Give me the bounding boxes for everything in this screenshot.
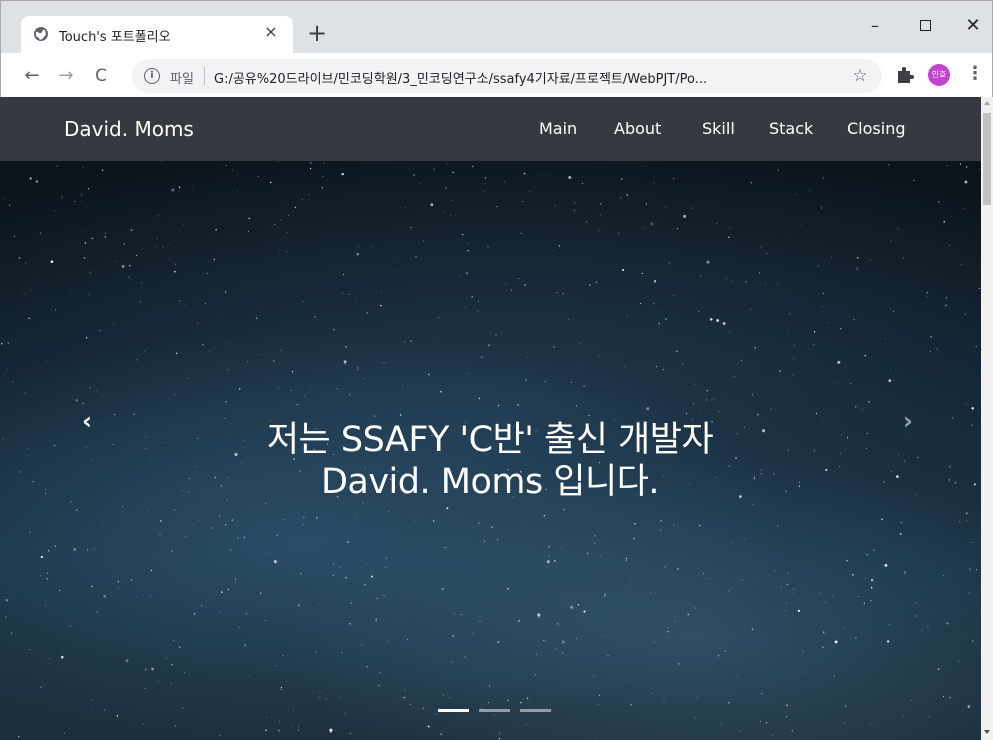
scroll-up-icon[interactable] xyxy=(984,101,990,105)
address-bar[interactable]: i 파일 G:/공유%20드라이브/민코딩학원/3_민코딩연구소/ssafy4기… xyxy=(132,59,882,93)
extensions-puzzle-icon[interactable] xyxy=(895,63,915,85)
hero-line-1: 저는 SSAFY 'C반' 출신 개발자 xyxy=(266,420,714,460)
bookmark-star-icon[interactable]: ☆ xyxy=(849,65,871,87)
nav-link-main[interactable]: Main xyxy=(539,119,577,138)
carousel-indicator[interactable] xyxy=(520,709,551,712)
carousel-indicator[interactable] xyxy=(479,709,510,712)
profile-avatar[interactable]: 인호 xyxy=(928,64,950,86)
nav-link-skill[interactable]: Skill xyxy=(702,119,735,138)
tab-close-icon[interactable]: × xyxy=(261,22,281,42)
site-brand[interactable]: David. Moms xyxy=(64,117,194,141)
carousel-indicator[interactable] xyxy=(438,709,469,712)
browser-menu-icon[interactable]: ⋮ xyxy=(966,63,984,85)
scroll-thumb[interactable] xyxy=(983,113,991,205)
page-scrollbar[interactable] xyxy=(981,97,993,740)
browser-titlebar: Touch's 포트폴리오 × + – ✕ xyxy=(1,1,992,53)
carousel-prev-icon[interactable]: ‹ xyxy=(72,406,102,436)
forward-button[interactable]: → xyxy=(54,64,78,88)
address-separator xyxy=(204,67,205,85)
scroll-down-icon[interactable] xyxy=(984,730,990,734)
url-text[interactable]: G:/공유%20드라이브/민코딩학원/3_민코딩연구소/ssafy4기자료/프로… xyxy=(214,68,834,87)
tab-title: Touch's 포트폴리오 xyxy=(59,30,171,45)
page-viewport: David. Moms Main About Skill Stack Closi… xyxy=(0,97,981,740)
globe-icon xyxy=(34,27,48,41)
hero-headline: 저는 SSAFY 'C반' 출신 개발자 David. Moms 입니다. xyxy=(190,419,790,503)
info-icon[interactable]: i xyxy=(144,68,160,84)
hero-line-2: David. Moms 입니다. xyxy=(320,462,660,502)
site-navbar: David. Moms Main About Skill Stack Closi… xyxy=(0,97,981,161)
new-tab-button[interactable]: + xyxy=(304,21,330,47)
scheme-label: 파일 xyxy=(170,72,194,87)
carousel-next-icon[interactable]: › xyxy=(893,406,923,436)
nav-link-closing[interactable]: Closing xyxy=(847,119,905,138)
reload-button[interactable]: C xyxy=(89,64,113,88)
browser-tab[interactable]: Touch's 포트폴리오 × xyxy=(21,16,293,53)
maximize-icon xyxy=(919,19,931,31)
browser-toolbar: ← → C i 파일 G:/공유%20드라이브/민코딩학원/3_민코딩연구소/s… xyxy=(1,53,992,98)
window-minimize-button[interactable]: – xyxy=(855,13,895,39)
window-close-button[interactable]: ✕ xyxy=(953,13,992,39)
nav-link-about[interactable]: About xyxy=(614,119,661,138)
nav-link-stack[interactable]: Stack xyxy=(769,119,813,138)
window-maximize-button[interactable] xyxy=(905,13,945,39)
hero-carousel: ‹ › 저는 SSAFY 'C반' 출신 개발자 David. Moms 입니다… xyxy=(0,161,981,740)
back-button[interactable]: ← xyxy=(20,64,44,88)
